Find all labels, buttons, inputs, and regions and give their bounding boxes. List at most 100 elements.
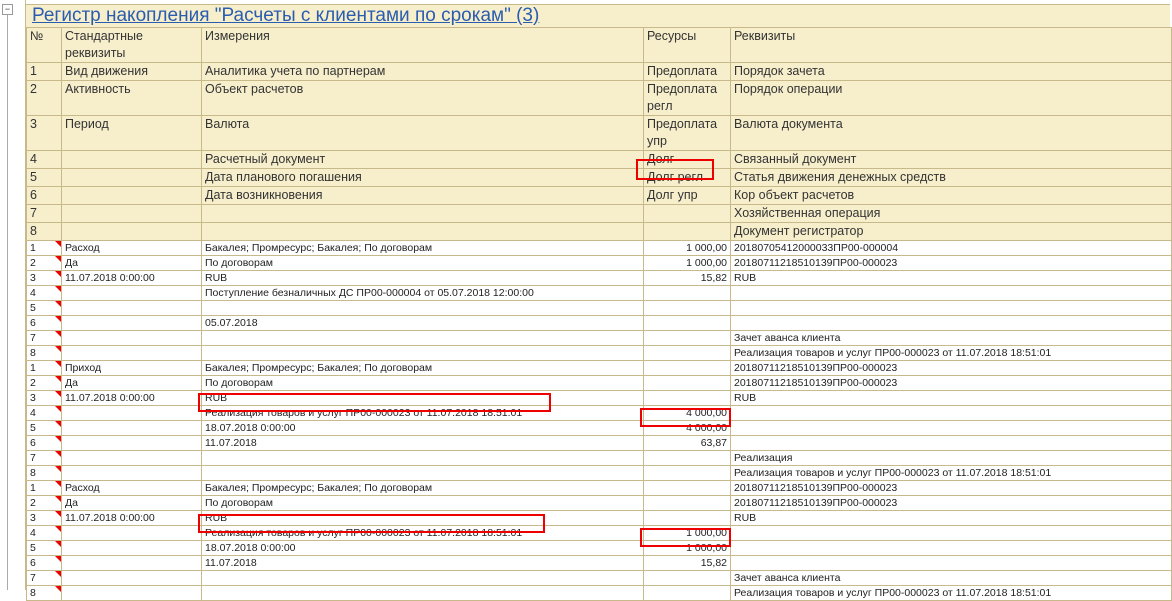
cell-attributes: Реализация товаров и услуг ПР00-000023 о… [730, 345, 1172, 361]
cell-standard-attrs [61, 315, 202, 331]
table-row[interactable]: 6 11.07.2018 63,87 [26, 435, 1172, 451]
cell-standard-attrs: 11.07.2018 0:00:00 [61, 390, 202, 406]
outline-line [7, 15, 8, 590]
header-attributes-cell: Порядок операции [730, 80, 1172, 116]
header-number-cell: 2 [26, 80, 62, 116]
modified-flag-icon [55, 451, 61, 457]
table-row[interactable]: 1 Приход Бакалея; Промресурс; Бакалея; По … [26, 360, 1172, 376]
cell-dimensions: 18.07.2018 0:00:00 [201, 420, 644, 436]
table-row[interactable]: 2 Да По договорам 1 000,00 20180711218510139… [26, 255, 1172, 271]
register-table: № Стандартные реквизиты Измерения Ресурсы Ре… [26, 27, 1172, 601]
cell-number: 8 [26, 585, 62, 601]
table-row[interactable]: 1 Расход Бакалея; Промресурс; Бакалея; По … [26, 480, 1172, 496]
cell-number: 4 [26, 525, 62, 541]
cell-standard-attrs: 11.07.2018 0:00:00 [61, 510, 202, 526]
cell-dimensions: Бакалея; Промресурс; Бакалея; По договор… [201, 480, 644, 496]
collapse-group-icon[interactable]: − [2, 4, 13, 15]
column-header-number: № [26, 27, 62, 63]
modified-flag-icon [55, 481, 61, 487]
header-standard-attrs-cell [61, 168, 202, 187]
table-row[interactable]: 5 18.07.2018 0:00:00 1 000,00 [26, 540, 1172, 556]
cell-dimensions: RUB [201, 510, 644, 526]
cell-attributes [730, 555, 1172, 571]
table-row[interactable]: 2 Да По договорам 20180711218510139ПР00-000… [26, 375, 1172, 391]
cell-standard-attrs [61, 525, 202, 541]
table-row[interactable]: 3 11.07.2018 0:00:00 RUB RUB [26, 510, 1172, 526]
modified-flag-icon [55, 316, 61, 322]
table-row[interactable]: 2 Да По договорам 20180711218510139ПР00-000… [26, 495, 1172, 511]
table-row[interactable]: 6 05.07.2018 [26, 315, 1172, 331]
header-resources-cell: Предоплата регл [643, 80, 731, 116]
cell-attributes: Реализация товаров и услуг ПР00-000023 о… [730, 585, 1172, 601]
modified-flag-icon [55, 301, 61, 307]
modified-flag-icon [55, 406, 61, 412]
column-header-standard-attrs: Стандартные реквизиты [61, 27, 202, 63]
cell-number: 2 [26, 495, 62, 511]
cell-resources [643, 510, 731, 526]
cell-attributes: 20180711218510139ПР00-000023 [730, 360, 1172, 376]
cell-standard-attrs [61, 345, 202, 361]
header-layout-row: 3 Период Валюта Предоплата упр Валюта докуме… [26, 115, 1172, 151]
header-standard-attrs-cell: Период [61, 115, 202, 151]
cell-number: 3 [26, 510, 62, 526]
header-number-cell: 6 [26, 186, 62, 205]
cell-resources [643, 390, 731, 406]
cell-attributes: Зачет аванса клиента [730, 570, 1172, 586]
table-row[interactable]: 4 Реализация товаров и услуг ПР00-000023 … [26, 525, 1172, 541]
modified-flag-icon [55, 376, 61, 382]
header-attributes-cell: Хозяйственная операция [730, 204, 1172, 223]
header-standard-attrs-cell: Вид движения [61, 62, 202, 81]
table-row[interactable]: 4 Поступление безналичных ДС ПР00-000004 … [26, 285, 1172, 301]
table-row[interactable]: 3 11.07.2018 0:00:00 RUB 15,82 RUB [26, 270, 1172, 286]
cell-number: 3 [26, 390, 62, 406]
table-row[interactable]: 5 [26, 300, 1172, 316]
table-row[interactable]: 7 Зачет аванса клиента [26, 570, 1172, 586]
table-row[interactable]: 8 Реализация товаров и услуг ПР00-000023 … [26, 345, 1172, 361]
cell-number: 5 [26, 300, 62, 316]
cell-dimensions [201, 450, 644, 466]
cell-number: 4 [26, 285, 62, 301]
register-title-link[interactable]: Регистр накопления "Расчеты с клиентами … [32, 5, 539, 27]
cell-dimensions: RUB [201, 390, 644, 406]
cell-resources [643, 300, 731, 316]
cell-dimensions: Реализация товаров и услуг ПР00-000023 о… [201, 405, 644, 421]
table-row[interactable]: 8 Реализация товаров и услуг ПР00-000023 … [26, 465, 1172, 481]
table-row[interactable]: 5 18.07.2018 0:00:00 4 000,00 [26, 420, 1172, 436]
table-row[interactable]: 7 Реализация [26, 450, 1172, 466]
cell-standard-attrs [61, 450, 202, 466]
header-standard-attrs-cell [61, 150, 202, 169]
cell-dimensions [201, 300, 644, 316]
cell-attributes [730, 315, 1172, 331]
header-dimensions-cell: Валюта [201, 115, 644, 151]
header-number-cell: 8 [26, 222, 62, 241]
header-standard-attrs-cell [61, 186, 202, 205]
cell-resources: 1 000,00 [643, 255, 731, 271]
cell-standard-attrs: Расход [61, 240, 202, 256]
header-attributes-cell: Статья движения денежных средств [730, 168, 1172, 187]
table-row[interactable]: 4 Реализация товаров и услуг ПР00-000023 … [26, 405, 1172, 421]
cell-standard-attrs: Да [61, 375, 202, 391]
column-header-attributes: Реквизиты [730, 27, 1172, 63]
header-number-cell: 5 [26, 168, 62, 187]
cell-resources: 15,82 [643, 555, 731, 571]
header-dimensions-cell: Объект расчетов [201, 80, 644, 116]
table-row[interactable]: 7 Зачет аванса клиента [26, 330, 1172, 346]
header-layout-row: 4 Расчетный документ Долг Связанный докумен… [26, 150, 1172, 169]
header-number-cell: 7 [26, 204, 62, 223]
cell-standard-attrs [61, 465, 202, 481]
header-dimensions-cell: Аналитика учета по партнерам [201, 62, 644, 81]
cell-resources: 1 000,00 [643, 540, 731, 556]
cell-number: 6 [26, 555, 62, 571]
cell-standard-attrs: Да [61, 255, 202, 271]
table-row[interactable]: 3 11.07.2018 0:00:00 RUB RUB [26, 390, 1172, 406]
cell-standard-attrs [61, 540, 202, 556]
table-row[interactable]: 1 Расход Бакалея; Промресурс; Бакалея; По … [26, 240, 1172, 256]
cell-attributes [730, 405, 1172, 421]
cell-dimensions [201, 585, 644, 601]
cell-resources: 1 000,00 [643, 525, 731, 541]
table-row[interactable]: 6 11.07.2018 15,82 [26, 555, 1172, 571]
cell-number: 2 [26, 255, 62, 271]
modified-flag-icon [55, 541, 61, 547]
modified-flag-icon [55, 331, 61, 337]
table-row[interactable]: 8 Реализация товаров и услуг ПР00-000023 … [26, 585, 1172, 601]
